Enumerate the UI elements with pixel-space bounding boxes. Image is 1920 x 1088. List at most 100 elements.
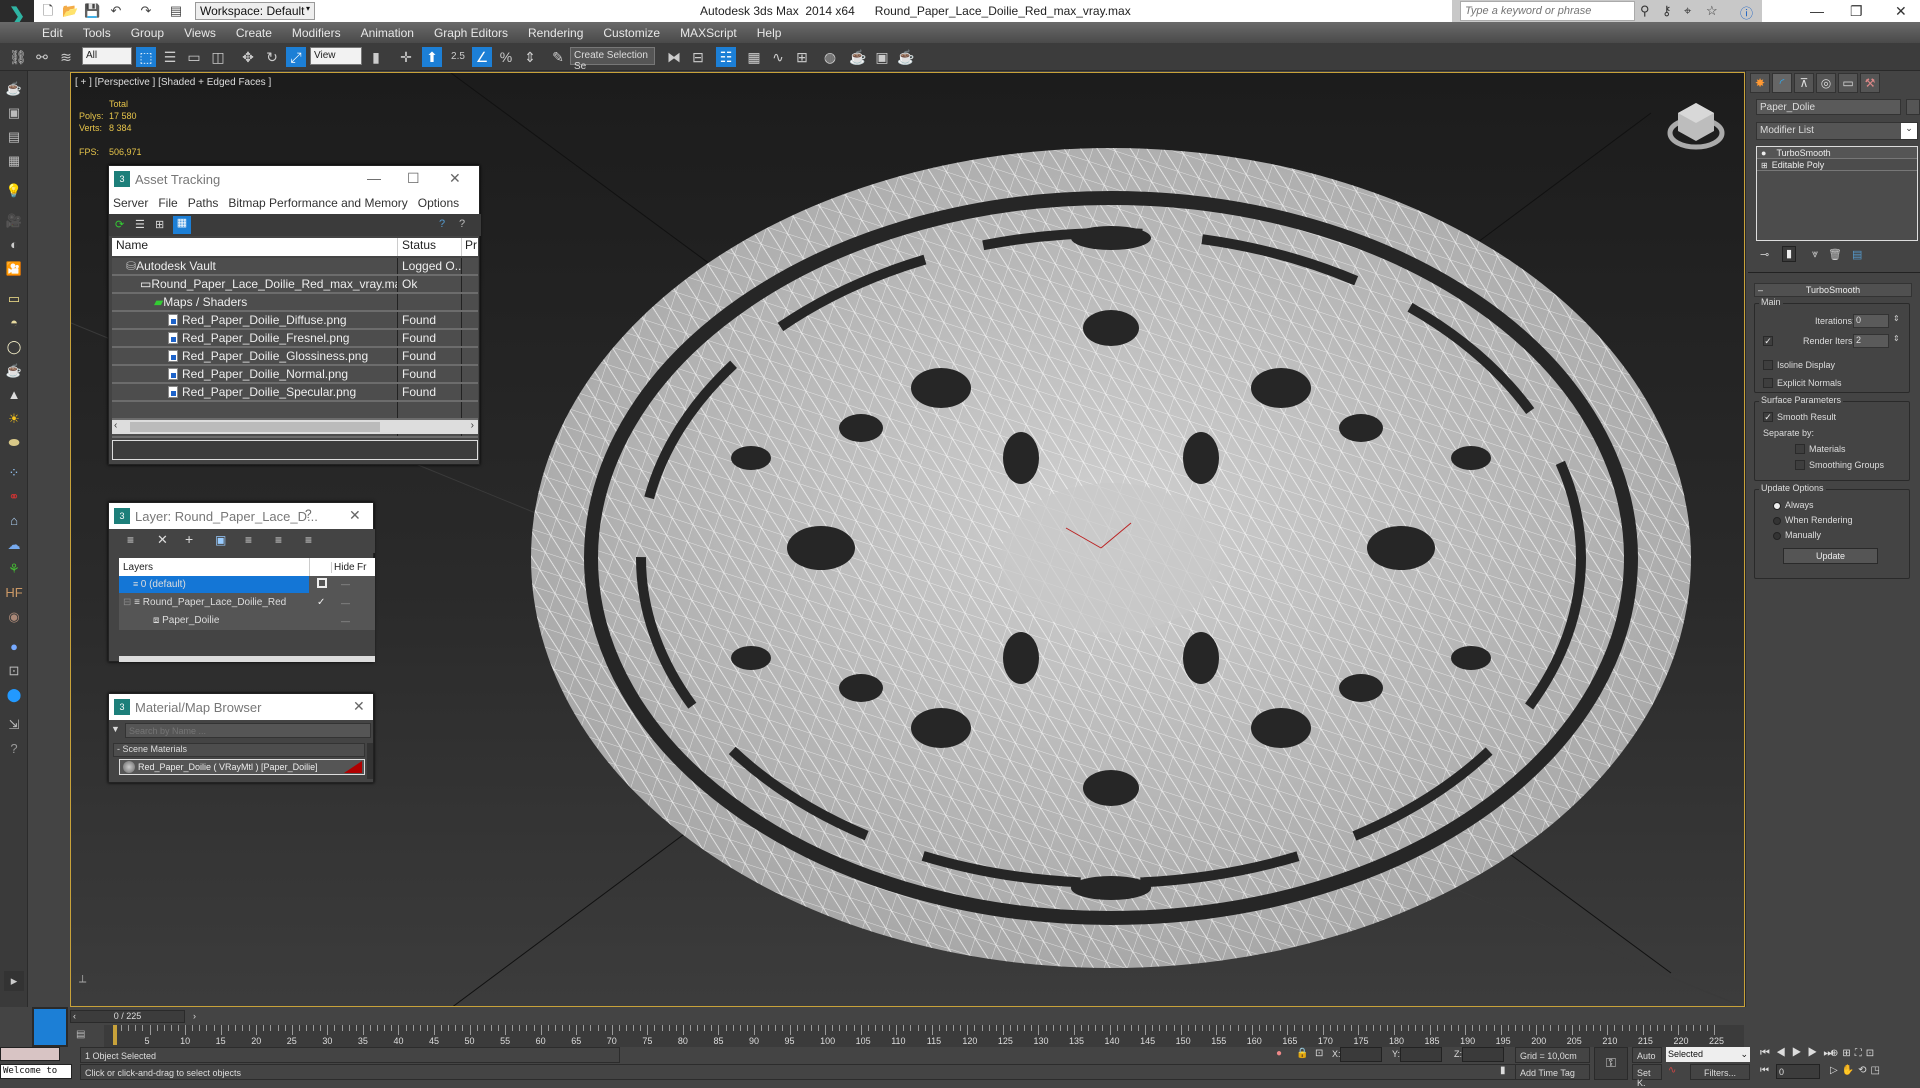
import-icon[interactable]: ⇲	[4, 715, 24, 735]
column-proxy[interactable]: Pr	[462, 238, 477, 256]
select-rotate-icon[interactable]: ↻	[262, 47, 282, 67]
physical-camera-icon[interactable]: 🎦	[4, 259, 24, 279]
redo-icon[interactable]: ↷	[138, 3, 154, 19]
close-button[interactable]: ✕	[1895, 3, 1907, 20]
particles-icon[interactable]: ⁘	[4, 463, 24, 483]
manually-radio[interactable]	[1773, 532, 1781, 540]
render-production-icon[interactable]: ☕	[896, 47, 916, 67]
stack-item-editable-poly[interactable]: ⊞ Editable Poly	[1757, 159, 1917, 171]
hide-toggle[interactable]: —	[341, 594, 350, 612]
ambient-light-icon[interactable]: ⬬	[4, 433, 24, 453]
render-frame-icon[interactable]: ▣	[4, 103, 24, 123]
select-objects-icon[interactable]: ▣	[215, 533, 226, 547]
sphere-light-icon[interactable]: ◯	[4, 337, 24, 357]
reference-coord-dropdown[interactable]: View	[310, 47, 362, 65]
selection-filter-dropdown[interactable]: All	[82, 47, 132, 65]
menu-edit[interactable]: Edit	[42, 26, 63, 40]
doilie-mesh[interactable]	[521, 128, 1721, 978]
free-camera-icon[interactable]: ◐	[4, 235, 24, 255]
bind-space-warp-icon[interactable]: ≋	[56, 47, 76, 67]
layer-default-selected[interactable]: ≡ 0 (default)	[119, 576, 309, 593]
maxscript-mini-listener-pink[interactable]	[0, 1047, 60, 1061]
layer-horizontal-scrollbar[interactable]	[119, 656, 375, 662]
menu-modifiers[interactable]: Modifiers	[292, 26, 341, 40]
menu-tools[interactable]: Tools	[83, 26, 111, 40]
zoom-all-icon[interactable]: ⊞	[1842, 1048, 1854, 1059]
snaps-toggle-icon[interactable]: 2.5	[448, 47, 468, 67]
curve-editor-icon[interactable]: ∿	[768, 47, 788, 67]
menu-customize[interactable]: Customize	[603, 26, 660, 40]
open-file-icon[interactable]: 📂	[62, 3, 78, 19]
menu-create[interactable]: Create	[236, 26, 272, 40]
utilities-tab-icon[interactable]: ⚒	[1860, 73, 1880, 93]
smooth-result-checkbox[interactable]: ✓	[1763, 412, 1773, 422]
list-view-icon[interactable]: ☰	[135, 218, 145, 231]
add-to-layer-icon[interactable]: +	[185, 531, 193, 547]
absolute-mode-icon[interactable]: ⊡	[1315, 1048, 1323, 1059]
displacement-icon[interactable]: ◉	[4, 607, 24, 627]
material-browser-titlebar[interactable]: 3 Material/Map Browser ✕	[109, 694, 373, 720]
refresh-icon[interactable]: ⟳	[115, 218, 124, 231]
teapot-render-icon[interactable]: ☕	[4, 79, 24, 99]
schematic-view-icon[interactable]: ⊞	[792, 47, 812, 67]
column-name[interactable]: Name	[112, 238, 398, 256]
named-selection-dropdown[interactable]: Create Selection Se	[570, 47, 655, 72]
current-layer-box-icon[interactable]	[317, 578, 327, 588]
next-frame-icon[interactable]: ›	[193, 1011, 196, 1021]
hierarchy-tab-icon[interactable]: ⊼	[1794, 73, 1814, 93]
layer-row[interactable]: ⊟ ≡ Round_Paper_Lace_Doilie_Red ✓ —	[119, 594, 375, 612]
rectangular-selection-icon[interactable]: ▭	[184, 47, 204, 67]
curve-editor-toggle-icon[interactable]: ▤	[76, 1029, 85, 1040]
z-coordinate-input[interactable]	[1462, 1047, 1504, 1062]
configure-modifier-sets-icon[interactable]: ▤	[1852, 248, 1862, 261]
asset-row[interactable]: Red_Paper_Doilie_Glossiness.png Found	[112, 348, 478, 366]
new-file-icon[interactable]: 🗋	[40, 3, 56, 19]
column-status[interactable]: Status	[398, 238, 462, 256]
smoothing-groups-checkbox[interactable]	[1795, 460, 1805, 470]
grass-icon[interactable]: ⚘	[4, 559, 24, 579]
close-button[interactable]: ✕	[349, 507, 361, 524]
menu-views[interactable]: Views	[184, 26, 216, 40]
make-unique-icon[interactable]: ⩔	[1812, 248, 1818, 261]
keyboard-shortcut-override-icon[interactable]: ⬆	[422, 47, 442, 67]
hide-toggle[interactable]: —	[341, 612, 350, 630]
tower-icon[interactable]: ⌂	[4, 511, 24, 531]
modifier-list-dropdown[interactable]: Modifier List ⌄	[1756, 122, 1918, 140]
delete-layer-icon[interactable]: ✕	[157, 532, 168, 548]
tree-view-icon[interactable]: ⊞	[155, 218, 164, 231]
layer-window-titlebar[interactable]: 3 Layer: Round_Paper_Lace_D... ? ✕	[109, 503, 373, 529]
material-item[interactable]: Red_Paper_Doilie ( VRayMtl ) [Paper_Doil…	[119, 759, 365, 775]
help-icon[interactable]: ⓘ	[1740, 3, 1753, 22]
explicit-normals-checkbox[interactable]	[1763, 378, 1773, 388]
scene-explorer-icon[interactable]: ▦	[744, 47, 764, 67]
viewcube[interactable]	[1666, 95, 1726, 155]
table-view-icon[interactable]: ▦	[173, 216, 191, 234]
pin-stack-icon[interactable]: ⊸	[1760, 248, 1769, 261]
play-icon[interactable]: ▶	[1792, 1047, 1808, 1059]
spinner-snap-icon[interactable]: ⇕	[520, 47, 540, 67]
window-crossing-icon[interactable]: ◫	[208, 47, 228, 67]
menu-rendering[interactable]: Rendering	[528, 26, 583, 40]
edit-named-selections-icon[interactable]: ✎	[548, 47, 568, 67]
object-color-swatch[interactable]	[1906, 99, 1920, 115]
menu-maxscript[interactable]: MAXScript	[680, 26, 737, 40]
new-layer-icon[interactable]: ≡	[127, 533, 134, 547]
plane-light-icon[interactable]: ▭	[4, 289, 24, 309]
isoline-display-checkbox[interactable]	[1763, 360, 1773, 370]
motion-tab-icon[interactable]: ◎	[1816, 73, 1836, 93]
maximize-viewport-icon[interactable]: ◳	[1871, 1065, 1884, 1076]
project-folder-icon[interactable]: ▤	[168, 3, 184, 19]
update-button[interactable]: Update	[1783, 548, 1878, 564]
help-icon[interactable]: ?	[439, 218, 445, 230]
camera-icon[interactable]: 🎥	[4, 211, 24, 231]
set-key-button[interactable]: Set K.	[1632, 1064, 1662, 1088]
material-search-input[interactable]	[125, 723, 371, 738]
collapse-rollout-icon[interactable]: –	[1758, 284, 1763, 296]
previous-frame-icon[interactable]: ‹	[73, 1011, 76, 1021]
isolate-selection-icon[interactable]: ●	[1276, 1048, 1282, 1059]
lightbulb-icon[interactable]: ●	[1757, 148, 1776, 158]
materials-checkbox[interactable]	[1795, 444, 1805, 454]
browser-options-icon[interactable]: ▼	[111, 724, 120, 734]
key-mode-icon[interactable]: ⏮	[1760, 1065, 1769, 1076]
key-filters-button[interactable]: Filters...	[1690, 1064, 1750, 1080]
